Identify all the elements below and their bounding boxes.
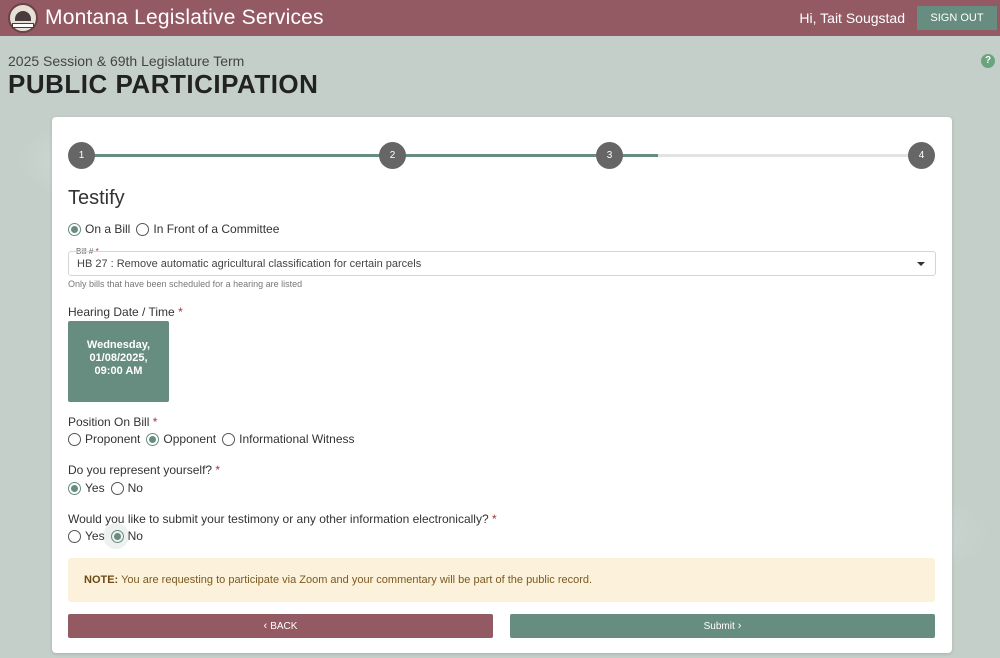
submit-button-label: Submit [703,620,735,632]
testify-type-group: On a Bill In Front of a Committee [68,222,285,236]
step-3: 3 [596,142,623,169]
submit-electronically-label: Would you like to submit your testimony … [68,512,497,526]
represent-self-group: Yes No [68,481,149,495]
progress-stepper: 1 2 3 4 [68,142,936,170]
radio-represent-no-label: No [127,481,143,495]
submit-button[interactable]: Submit › [510,614,935,638]
radio-informational-witness-label: Informational Witness [239,432,355,446]
radio-proponent-label: Proponent [85,432,141,446]
radio-represent-yes-label: Yes [85,481,105,495]
bill-hint: Only bills that have been scheduled for … [68,279,303,289]
radio-electronic-no-label: No [127,529,143,543]
radio-in-front-of-committee-label: In Front of a Committee [153,222,280,236]
stepper-track-progress [80,154,658,157]
step-4: 4 [908,142,935,169]
hearing-time: 09:00 AM [94,365,143,377]
bill-select[interactable]: HB 27 : Remove automatic agricultural cl… [68,251,936,276]
radio-proponent[interactable] [68,432,81,446]
zoom-note: NOTE: You are requesting to participate … [68,558,935,602]
step-1: 1 [68,142,95,169]
sign-out-button[interactable]: SIGN OUT [917,6,997,30]
position-label: Position On Bill * [68,415,158,429]
radio-opponent[interactable] [146,432,160,446]
bill-select-value: HB 27 : Remove automatic agricultural cl… [77,258,422,270]
radio-on-a-bill[interactable] [68,222,81,236]
hearing-label: Hearing Date / Time * [68,305,183,319]
page-title: PUBLIC PARTICIPATION [8,69,319,99]
note-prefix: NOTE: [84,574,119,586]
radio-informational-witness[interactable] [222,432,236,446]
radio-electronic-yes[interactable] [68,529,81,543]
legislature-seal-logo [8,3,38,33]
app-title: Montana Legislative Services [45,6,324,29]
radio-focus-halo [103,523,129,549]
note-text: You are requesting to participate via Zo… [118,574,593,586]
hearing-date: 01/08/2025, [89,352,148,364]
session-subtitle: 2025 Session & 69th Legislature Term [8,53,245,69]
step-2: 2 [379,142,406,169]
radio-represent-no[interactable] [110,481,124,495]
position-group: Proponent Opponent Informational Witness [68,432,361,446]
represent-self-label: Do you represent yourself? * [68,463,221,477]
back-button[interactable]: ‹ BACK [68,614,493,638]
chevron-right-icon: › [737,620,742,632]
radio-in-front-of-committee[interactable] [136,222,150,236]
radio-on-a-bill-label: On a Bill [85,222,131,236]
back-button-label: BACK [270,620,298,632]
radio-opponent-label: Opponent [163,432,217,446]
help-icon[interactable]: ? [981,54,995,68]
testify-form-card: 1 2 3 4 Testify On a Bill In Front of a … [52,117,952,653]
hearing-date-tile[interactable]: Wednesday, 01/08/2025, 09:00 AM [68,321,169,402]
hearing-day: Wednesday, [86,339,151,351]
caret-down-icon [917,262,925,266]
radio-represent-yes[interactable] [68,481,81,495]
section-title: Testify [68,187,125,209]
top-header-bar: Montana Legislative Services Hi, Tait So… [0,0,1000,36]
radio-electronic-yes-label: Yes [85,529,105,543]
user-greeting: Hi, Tait Sougstad [799,10,905,26]
chevron-left-icon: ‹ [263,620,268,632]
